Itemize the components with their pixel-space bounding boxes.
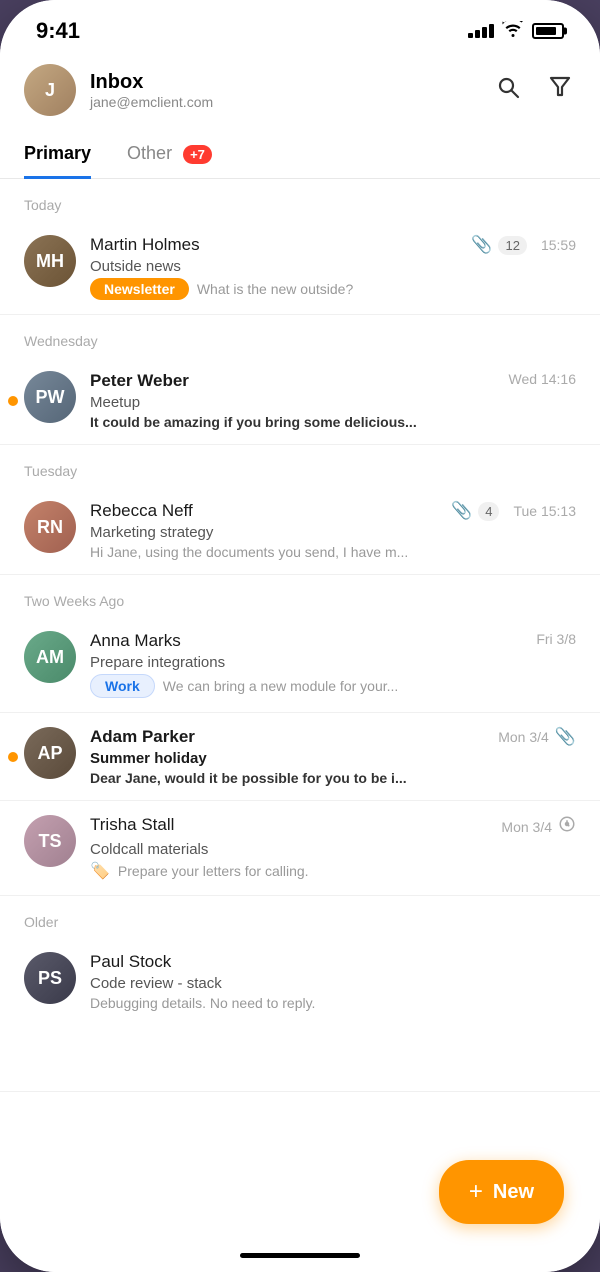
newsletter-tag: Newsletter — [90, 278, 189, 300]
email-subject: Code review - stack — [90, 975, 576, 992]
wifi-icon — [502, 21, 524, 42]
home-bar — [0, 1238, 600, 1272]
email-sender: Adam Parker — [90, 727, 195, 747]
tab-primary[interactable]: Primary — [24, 131, 91, 179]
email-content: Anna Marks Fri 3/8 Prepare integrations … — [90, 631, 576, 698]
email-content: Martin Holmes 📎 12 15:59 Outside news Ne… — [90, 235, 576, 300]
avatar: RN — [24, 501, 76, 553]
unread-indicator — [8, 396, 18, 406]
battery-icon — [532, 23, 564, 39]
search-button[interactable] — [492, 71, 524, 109]
email-preview: Prepare your letters for calling. — [118, 863, 309, 879]
attachment-badge: 12 — [498, 236, 526, 255]
email-time: Wed 14:16 — [509, 371, 576, 387]
email-time: 15:59 — [541, 237, 576, 253]
email-item[interactable]: AM Anna Marks Fri 3/8 Prepare integratio… — [0, 617, 600, 713]
email-time: Fri 3/8 — [536, 631, 576, 647]
email-subject: Outside news — [90, 258, 576, 275]
tab-other[interactable]: Other +7 — [127, 131, 212, 179]
email-content: Peter Weber Wed 14:16 Meetup It could be… — [90, 371, 576, 430]
avatar: AM — [24, 631, 76, 683]
email-subject: Meetup — [90, 394, 576, 411]
email-time: Mon 3/4 — [498, 729, 549, 745]
other-badge: +7 — [183, 145, 212, 164]
inbox-email: jane@emclient.com — [90, 94, 492, 110]
section-wednesday: Wednesday — [0, 315, 600, 357]
fab-container: + New — [439, 1160, 564, 1224]
avatar: J — [24, 64, 76, 116]
email-item[interactable]: AP Adam Parker Mon 3/4 📎 Summer holiday … — [0, 713, 600, 801]
email-subject: Marketing strategy — [90, 524, 576, 541]
email-content: Rebecca Neff 📎 4 Tue 15:13 Marketing str… — [90, 501, 576, 560]
email-item[interactable]: PS Paul Stock Code review - stack Debugg… — [0, 938, 600, 1092]
tabs: Primary Other +7 — [0, 130, 600, 179]
fab-label: New — [493, 1181, 534, 1204]
email-item[interactable]: MH Martin Holmes 📎 12 15:59 Outside n — [0, 221, 600, 315]
work-tag: Work — [90, 674, 155, 698]
email-sender: Peter Weber — [90, 371, 189, 391]
section-two-weeks: Two Weeks Ago — [0, 575, 600, 617]
signal-icon — [468, 24, 494, 38]
email-sender: Rebecca Neff — [90, 501, 193, 521]
email-item[interactable]: PW Peter Weber Wed 14:16 Meetup It could… — [0, 357, 600, 445]
attachment-icon: 📎 — [451, 501, 472, 521]
status-icons — [468, 21, 564, 42]
email-content: Trisha Stall Mon 3/4 — [90, 815, 576, 881]
email-preview: Hi Jane, using the documents you send, I… — [90, 544, 408, 560]
email-sender: Martin Holmes — [90, 235, 200, 255]
avatar: MH — [24, 235, 76, 287]
avatar: PW — [24, 371, 76, 423]
section-tuesday: Tuesday — [0, 445, 600, 487]
email-sender: Trisha Stall — [90, 815, 174, 835]
section-today: Today — [0, 179, 600, 221]
plus-icon: + — [469, 1178, 483, 1206]
header-text: Inbox jane@emclient.com — [90, 71, 492, 110]
email-time: Mon 3/4 — [501, 819, 552, 835]
status-bar: 9:41 — [0, 0, 600, 54]
email-content: Paul Stock Code review - stack Debugging… — [90, 952, 576, 1011]
email-sender: Anna Marks — [90, 631, 181, 651]
attachment-icon: 📎 — [471, 235, 492, 255]
email-subject: Summer holiday — [90, 750, 576, 767]
header: J Inbox jane@emclient.com — [0, 54, 600, 130]
avatar: TS — [24, 815, 76, 867]
email-preview: We can bring a new module for your... — [163, 678, 399, 694]
email-content: Adam Parker Mon 3/4 📎 Summer holiday Dea… — [90, 727, 576, 786]
avatar: AP — [24, 727, 76, 779]
email-list: Today MH Martin Holmes 📎 12 15:59 — [0, 179, 600, 1238]
unread-indicator — [8, 752, 18, 762]
flag-icon: 🏷️ — [90, 861, 110, 881]
attachment-badge: 4 — [478, 502, 499, 521]
email-subject: Coldcall materials — [90, 841, 576, 858]
inbox-title: Inbox — [90, 71, 492, 94]
email-item[interactable]: RN Rebecca Neff 📎 4 Tue 15:13 Marketi — [0, 487, 600, 575]
home-indicator — [240, 1253, 360, 1258]
email-preview: Dear Jane, would it be possible for you … — [90, 770, 407, 786]
email-preview: What is the new outside? — [197, 281, 353, 297]
email-preview: Debugging details. No need to reply. — [90, 995, 315, 1011]
filter-button[interactable] — [544, 71, 576, 109]
email-preview: It could be amazing if you bring some de… — [90, 414, 417, 430]
new-email-button[interactable]: + New — [439, 1160, 564, 1224]
email-item[interactable]: TS Trisha Stall Mon 3/4 — [0, 801, 600, 896]
avatar: PS — [24, 952, 76, 1004]
email-time: Tue 15:13 — [513, 503, 576, 519]
email-sender: Paul Stock — [90, 952, 171, 972]
attachment-icon: 📎 — [555, 727, 576, 747]
schedule-icon — [558, 815, 576, 838]
section-older: Older — [0, 896, 600, 938]
header-actions — [492, 71, 576, 109]
status-time: 9:41 — [36, 18, 80, 44]
email-subject: Prepare integrations — [90, 654, 576, 671]
